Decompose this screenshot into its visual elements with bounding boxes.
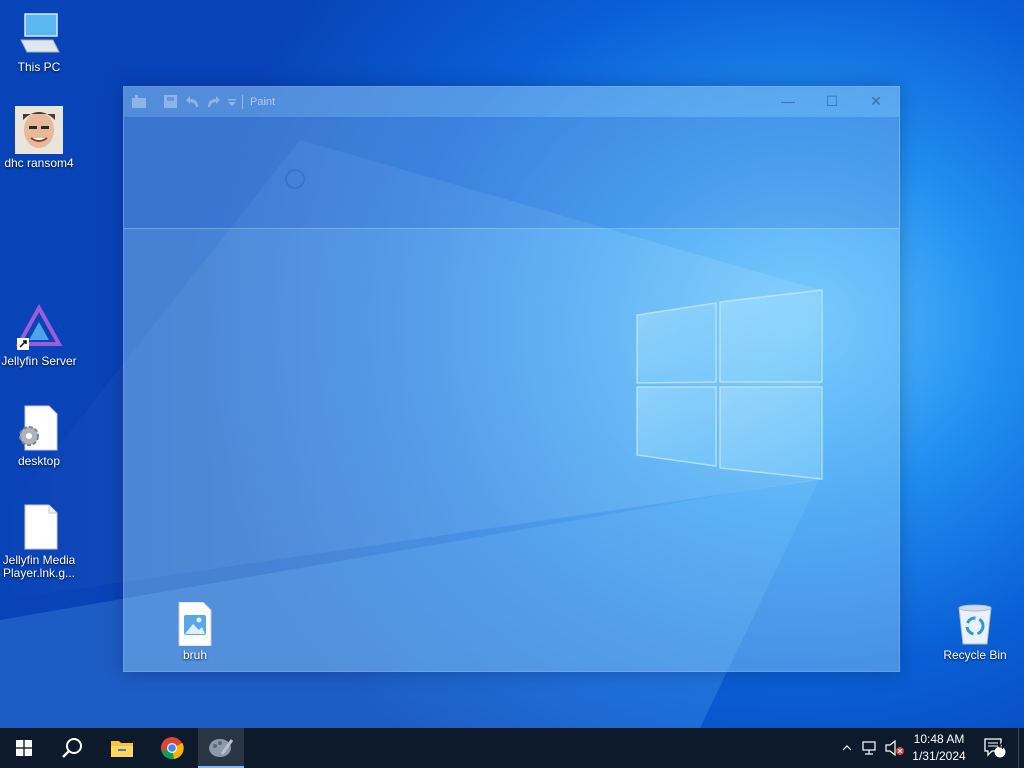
clock-date: 1/31/2024: [912, 749, 966, 763]
action-center-button[interactable]: 4: [980, 728, 1010, 768]
undo-icon[interactable]: [186, 95, 200, 108]
show-hidden-icons-button[interactable]: [838, 728, 856, 768]
taskbar: 10:48 AM 1/31/2024 4: [0, 728, 1024, 768]
close-button[interactable]: ✕: [854, 87, 898, 117]
paint-icon: [209, 739, 234, 757]
computer-icon: [15, 10, 63, 58]
windows-logo-icon: [16, 740, 32, 756]
network-icon: [862, 741, 876, 755]
save-icon[interactable]: [164, 95, 178, 108]
search-icon: [62, 738, 82, 758]
paint-window[interactable]: Paint — ☐ ✕: [123, 86, 900, 672]
chrome-icon: [161, 737, 184, 760]
settings-file-icon: [15, 404, 63, 452]
desktop-icon-desktop[interactable]: desktop: [1, 404, 77, 468]
customize-toolbar-icon[interactable]: [227, 95, 241, 108]
desktop-icon-jellyfin-server[interactable]: Jellyfin Server: [1, 303, 77, 368]
network-button[interactable]: [860, 728, 882, 768]
ribbon: [124, 117, 899, 229]
paint-app-icon: [132, 95, 146, 108]
recycle-bin-icon: [953, 602, 997, 646]
paint-taskbar-button[interactable]: [198, 728, 244, 768]
title-bar[interactable]: Paint — ☐ ✕: [124, 87, 899, 117]
start-button[interactable]: [0, 728, 48, 768]
photo-icon: [15, 106, 63, 154]
redo-icon[interactable]: [206, 95, 220, 108]
title-separator: [242, 95, 243, 109]
show-desktop-button[interactable]: [1018, 728, 1024, 768]
canvas-area[interactable]: [124, 229, 899, 671]
desktop-icon-recycle-bin[interactable]: Recycle Bin: [937, 602, 1013, 662]
desktop-icon-bruh[interactable]: bruh: [157, 601, 233, 662]
folder-icon: [111, 741, 133, 757]
clock[interactable]: 10:48 AM 1/31/2024: [900, 731, 978, 765]
chevron-up-icon: [842, 745, 852, 751]
desktop-icon-this-pc[interactable]: This PC: [1, 10, 77, 74]
blank-file-icon: [15, 503, 63, 551]
jellyfin-icon: [15, 303, 63, 352]
minimize-button[interactable]: —: [766, 87, 810, 117]
clock-time: 10:48 AM: [913, 732, 965, 746]
user-account-icon[interactable]: [285, 169, 305, 189]
chrome-button[interactable]: [148, 728, 196, 768]
image-file-icon: [175, 601, 215, 647]
search-button[interactable]: [48, 728, 96, 768]
notification-count-badge: 4: [999, 741, 1005, 751]
maximize-button[interactable]: ☐: [810, 87, 854, 117]
desktop-icon-dhc-ransom4[interactable]: dhc ransom4: [1, 106, 77, 170]
window-title: Paint: [250, 96, 276, 108]
desktop-icon-jellyfin-media-player[interactable]: Jellyfin Media Player.lnk.g...: [1, 503, 77, 580]
file-explorer-button[interactable]: [98, 728, 146, 768]
